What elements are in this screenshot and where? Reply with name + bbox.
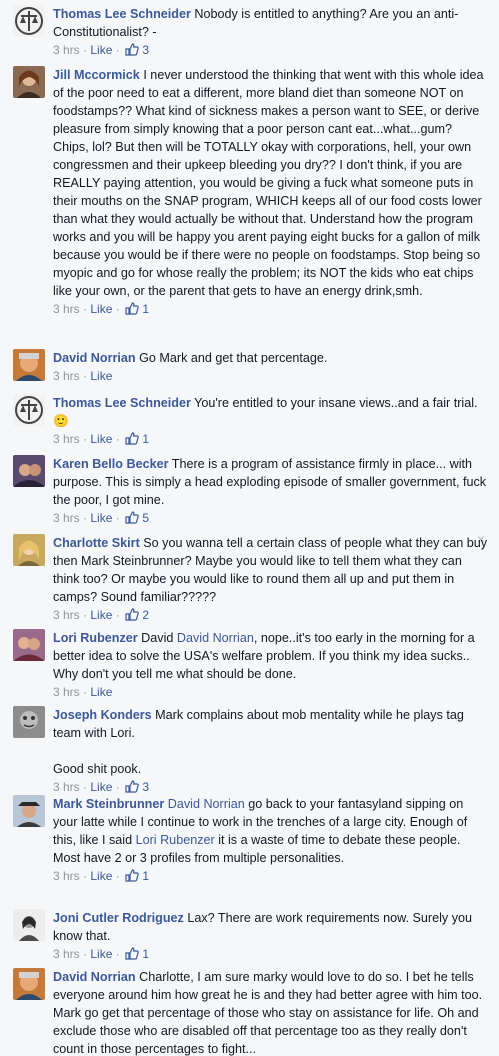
like-button[interactable]: Like — [90, 947, 112, 961]
comment-author[interactable]: Mark Steinbrunner — [53, 797, 164, 811]
comment-author[interactable]: Thomas Lee Schneider — [53, 7, 191, 21]
avatar[interactable] — [13, 968, 45, 1000]
comment-meta: 3 hrs · Like · 1 — [53, 947, 150, 961]
like-count[interactable]: 3 — [142, 43, 149, 57]
like-button[interactable]: Like — [90, 432, 112, 446]
thumbs-up-icon — [125, 608, 139, 621]
comment-meta: 3 hrs · Like · 5 — [53, 511, 150, 525]
comment-meta: 3 hrs · Like · 1 — [53, 302, 150, 316]
comment-body: Lori Rubenzer David David Norrian, nope.… — [53, 629, 488, 701]
thumbs-up-icon — [125, 43, 139, 56]
like-button[interactable]: Like — [90, 302, 112, 316]
comment-body: Jill Mccormick I never understood the th… — [53, 66, 488, 318]
comment-body: David Norrian Charlotte, I am sure marky… — [53, 968, 488, 1056]
like-count[interactable]: 1 — [142, 947, 149, 961]
like-button[interactable]: Like — [90, 780, 112, 794]
avatar[interactable] — [13, 5, 45, 37]
comment-meta: 3 hrs · Like · 1 — [53, 869, 150, 883]
comment-author[interactable]: Karen Bello Becker — [53, 457, 169, 471]
thumbs-up-icon — [125, 511, 139, 524]
comment-time[interactable]: 3 hrs — [53, 685, 80, 699]
comment-body: Joni Cutler Rodriguez Lax? There are wor… — [53, 909, 488, 963]
comment-body: Thomas Lee Schneider You're entitled to … — [53, 394, 488, 448]
thumbs-up-icon — [125, 780, 139, 793]
comment-author[interactable]: Jill Mccormick — [53, 68, 140, 82]
comment-body: Joseph Konders Mark complains about mob … — [53, 706, 488, 796]
comment-meta: 3 hrs · Like · 3 — [53, 43, 150, 57]
comment-body: David Norrian Go Mark and get that perce… — [53, 349, 488, 385]
comment-text-pre: David — [141, 631, 177, 645]
thumbs-up-icon — [125, 432, 139, 445]
comment-meta: 3 hrs · Like · 1 — [53, 432, 150, 446]
comment-meta: 3 hrs · Like — [53, 369, 113, 383]
mention-link[interactable]: David Norrian — [168, 797, 245, 811]
like-button[interactable]: Like — [90, 608, 112, 622]
like-count[interactable]: 1 — [142, 869, 149, 883]
comment-time[interactable]: 3 hrs — [53, 947, 80, 961]
avatar[interactable] — [13, 706, 45, 738]
comment-body: Karen Bello Becker There is a program of… — [53, 455, 488, 527]
avatar[interactable] — [13, 534, 45, 566]
thumbs-up-icon — [125, 869, 139, 882]
avatar[interactable] — [13, 795, 45, 827]
comment-time[interactable]: 3 hrs — [53, 302, 80, 316]
comment-time[interactable]: 3 hrs — [53, 43, 80, 57]
comment-meta: 3 hrs · Like · 2 — [53, 608, 150, 622]
avatar[interactable] — [13, 629, 45, 661]
comment-author[interactable]: Lori Rubenzer — [53, 631, 138, 645]
mention-link[interactable]: David Norrian — [177, 631, 254, 645]
comment-text: Go Mark and get that percentage. — [139, 351, 328, 365]
like-button[interactable]: Like — [90, 511, 112, 525]
like-button[interactable]: Like — [90, 685, 112, 699]
thumbs-up-icon — [125, 302, 139, 315]
like-count[interactable]: 5 — [142, 511, 149, 525]
comment-time[interactable]: 3 hrs — [53, 780, 80, 794]
avatar[interactable] — [13, 66, 45, 98]
comment-text-paragraph: Good shit pook. — [53, 762, 142, 776]
comment-author[interactable]: Joseph Konders — [53, 708, 152, 722]
thumbs-up-icon — [125, 947, 139, 960]
comment-author[interactable]: Thomas Lee Schneider — [53, 396, 191, 410]
comment-meta: 3 hrs · Like · 3 — [53, 780, 150, 794]
comment-thread: Thomas Lee Schneider Nobody is entitled … — [0, 0, 499, 1056]
avatar[interactable] — [13, 349, 45, 381]
like-count[interactable]: 1 — [142, 432, 149, 446]
like-count[interactable]: 3 — [142, 780, 149, 794]
comment-time[interactable]: 3 hrs — [53, 869, 80, 883]
like-count[interactable]: 1 — [142, 302, 149, 316]
avatar[interactable] — [13, 455, 45, 487]
comment-author[interactable]: David Norrian — [53, 970, 136, 984]
comment-body: Thomas Lee Schneider Nobody is entitled … — [53, 5, 488, 59]
avatar[interactable] — [13, 909, 45, 941]
comment-author[interactable]: Charlotte Skirt — [53, 536, 140, 550]
comment-time[interactable]: 3 hrs — [53, 608, 80, 622]
comment-time[interactable]: 3 hrs — [53, 369, 80, 383]
comment-time[interactable]: 3 hrs — [53, 432, 80, 446]
comment-author[interactable]: David Norrian — [53, 351, 136, 365]
like-button[interactable]: Like — [90, 369, 112, 383]
comment-time[interactable]: 3 hrs — [53, 511, 80, 525]
mention-link[interactable]: Lori Rubenzer — [136, 833, 215, 847]
like-button[interactable]: Like — [90, 869, 112, 883]
like-count[interactable]: 2 — [142, 608, 149, 622]
comment-meta: 3 hrs · Like — [53, 685, 113, 699]
comment-body: Charlotte Skirt So you wanna tell a cert… — [53, 534, 488, 624]
avatar[interactable] — [13, 394, 45, 426]
comment-body: Mark Steinbrunner David Norrian go back … — [53, 795, 488, 885]
like-button[interactable]: Like — [90, 43, 112, 57]
comment-author[interactable]: Joni Cutler Rodriguez — [53, 911, 184, 925]
comment-text: I never understood the thinking that wen… — [53, 68, 484, 298]
